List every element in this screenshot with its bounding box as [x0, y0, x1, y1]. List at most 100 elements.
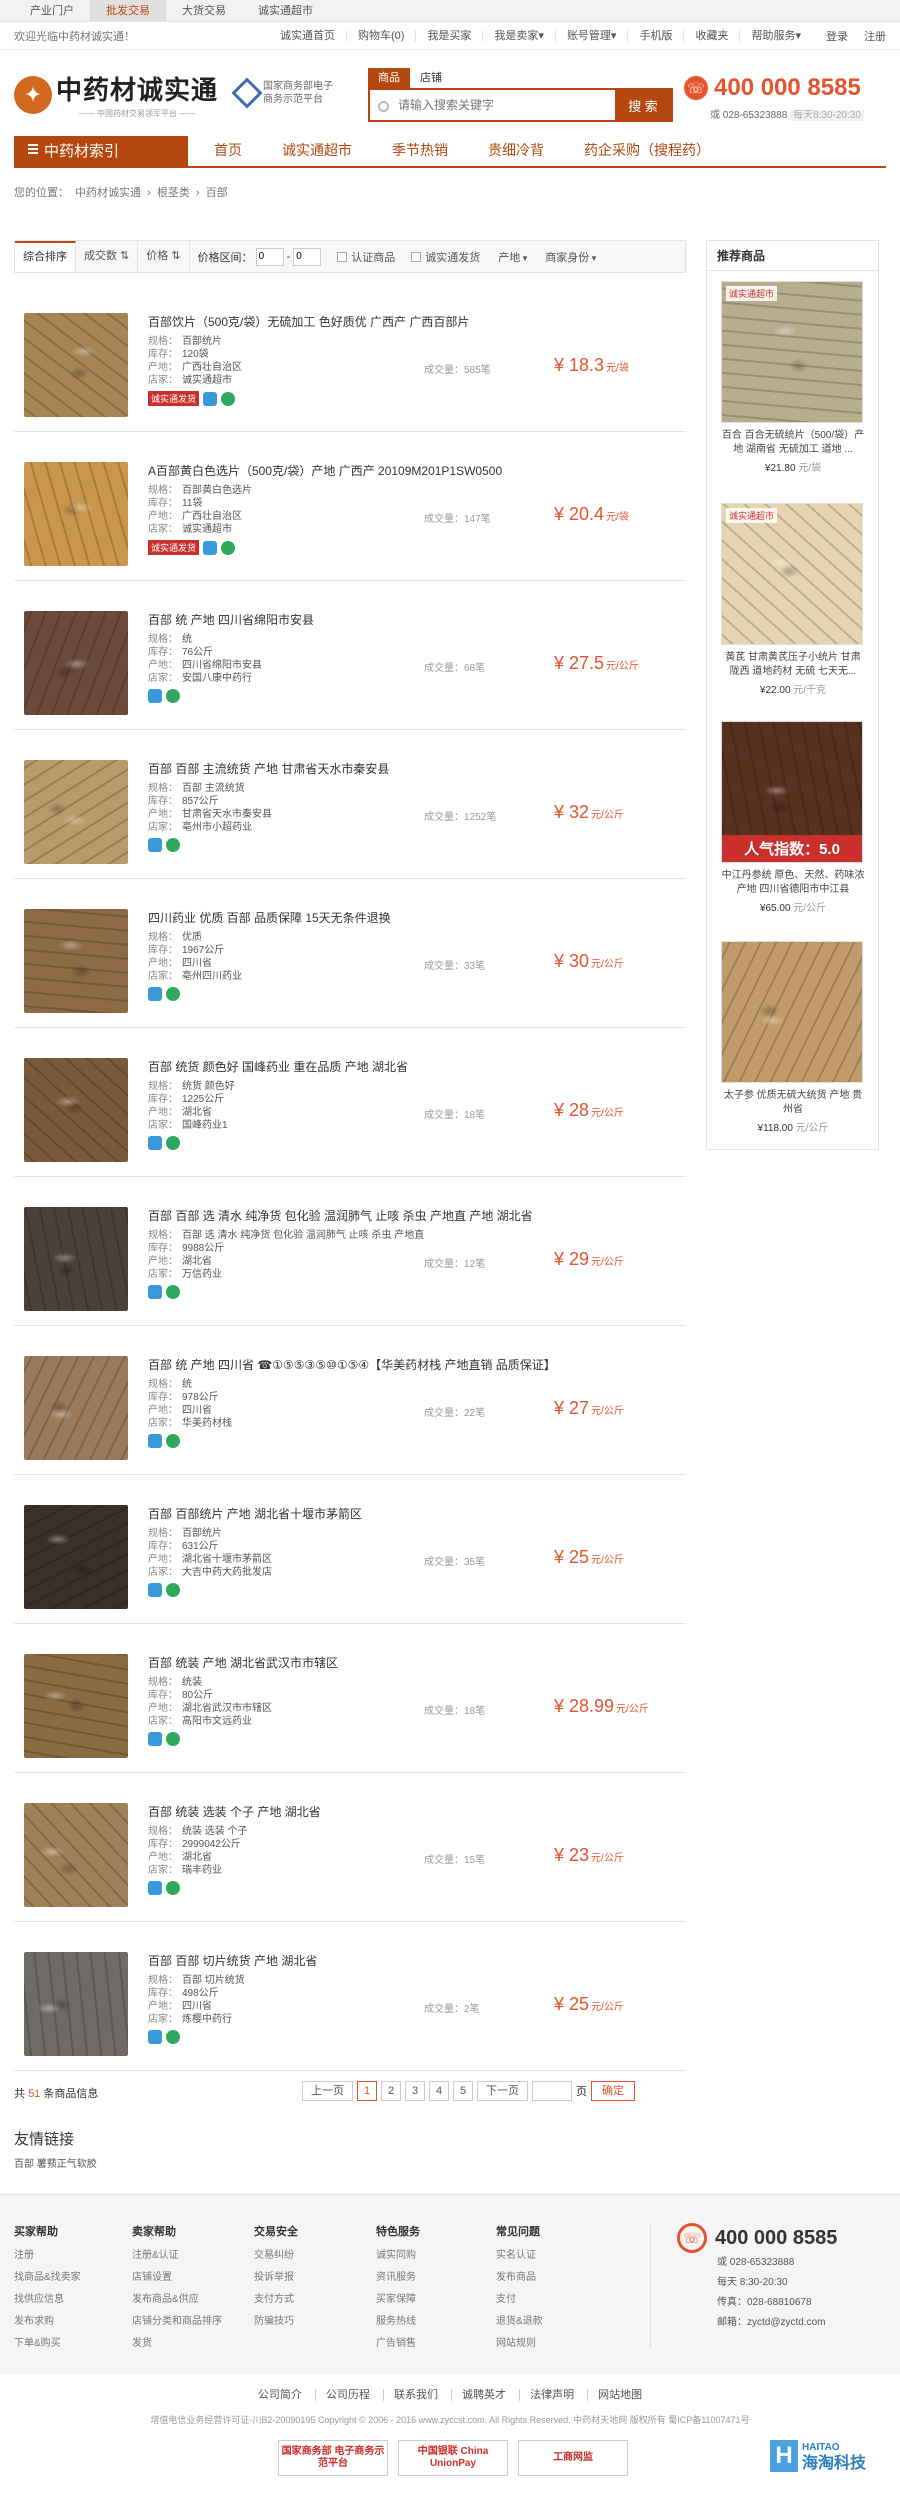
- unionpay-badge[interactable]: 中国银联 China UnionPay: [398, 2440, 508, 2476]
- link-buyer[interactable]: 我是买家: [415, 29, 482, 42]
- footer-link[interactable]: 店铺分类和商品排序: [132, 2311, 242, 2333]
- search-input[interactable]: [370, 90, 615, 120]
- product-image[interactable]: [24, 1952, 128, 2056]
- field-value[interactable]: 高阳市文远药业: [182, 1716, 252, 1727]
- product-image[interactable]: [24, 1207, 128, 1311]
- product-title[interactable]: 四川药业 优质 百部 品质保障 15天无条件退换: [148, 909, 568, 926]
- product-image[interactable]: [24, 1356, 128, 1460]
- product-image[interactable]: [24, 313, 128, 417]
- category-index-button[interactable]: 中药材索引: [14, 136, 188, 168]
- product-image[interactable]: [24, 1654, 128, 1758]
- product-image[interactable]: [24, 760, 128, 864]
- footer-link[interactable]: 找商品&找卖家: [14, 2267, 124, 2289]
- link-help[interactable]: 帮助服务▾: [739, 29, 812, 42]
- nav-enterprise[interactable]: 药企采购（搜程药）: [584, 140, 710, 160]
- price-max-input[interactable]: [293, 247, 322, 266]
- price-min-input[interactable]: [255, 247, 284, 266]
- footer-link[interactable]: 发布商品: [496, 2267, 606, 2289]
- sort-price[interactable]: 价格 ⇅: [138, 241, 190, 272]
- link-account[interactable]: 账号管理▾: [554, 29, 628, 42]
- bottom-link[interactable]: 联系我们: [382, 2389, 448, 2401]
- recommended-item[interactable]: 人气指数：5.0 中江丹参统 原色、天然、药味浓 产地 四川省德阳市中江县 ¥65.…: [721, 721, 865, 914]
- certified-checkbox[interactable]: 认证商品: [337, 249, 395, 265]
- field-value[interactable]: 诚实通超市: [182, 375, 232, 386]
- field-value[interactable]: 亳州市小超药业: [182, 822, 252, 833]
- site-logo[interactable]: ✦ 中药材诚实通 —— 中国药材交易领军平台 ——: [14, 70, 218, 119]
- footer-link[interactable]: 服务热线: [376, 2311, 486, 2333]
- fast-ship-checkbox[interactable]: 诚实通发货: [411, 249, 480, 265]
- recommended-item[interactable]: 诚实通超市 百合 百合无硫统片（500/袋）产地 湖南省 无硫加工 道地 ... ¥…: [721, 281, 865, 474]
- nav-seasonal[interactable]: 季节热销: [392, 140, 448, 160]
- product-title[interactable]: 百部 百部统片 产地 湖北省十堰市茅箭区: [148, 1505, 568, 1522]
- product-image[interactable]: [24, 1505, 128, 1609]
- product-title[interactable]: 百部 统 产地 四川省绵阳市安县: [148, 611, 568, 628]
- product-title[interactable]: 百部 统 产地 四川省 ☎①⑤⑤③⑤⑩①⑤④【华美药材栈 产地直销 品质保证】: [148, 1356, 568, 1373]
- breadcrumb-category[interactable]: 根茎类: [157, 187, 190, 199]
- prev-page-button[interactable]: 上一页: [302, 2081, 353, 2101]
- footer-link[interactable]: 交易纠纷: [254, 2245, 364, 2267]
- nav-home[interactable]: 首页: [214, 140, 242, 160]
- footer-link[interactable]: 网站规则: [496, 2333, 606, 2355]
- product-title[interactable]: A百部黄白色选片（500克/袋）产地 广西产 20109M201P1SW0500: [148, 462, 568, 479]
- search-tab-goods[interactable]: 商品: [368, 68, 410, 88]
- footer-link[interactable]: 资讯服务: [376, 2267, 486, 2289]
- footer-link[interactable]: 下单&购买: [14, 2333, 124, 2355]
- recommended-item[interactable]: 诚实通超市 黄芪 甘肃黄芪压子小统片 甘肃 陇西 道地药材 无硫 七天无... ¥2…: [721, 503, 865, 696]
- goto-page-input[interactable]: [532, 2081, 572, 2101]
- recommended-item[interactable]: 太子参 优质无硫大统货 产地 贵州省 ¥118.00 元/公斤: [721, 941, 865, 1134]
- search-tab-shops[interactable]: 店铺: [410, 68, 452, 88]
- top-tab-portal[interactable]: 产业门户: [14, 0, 90, 21]
- footer-link[interactable]: 买家保障: [376, 2289, 486, 2311]
- origin-dropdown[interactable]: 产地: [498, 249, 527, 265]
- goto-confirm-button[interactable]: 确定: [591, 2081, 635, 2101]
- page-1[interactable]: 1: [357, 2081, 377, 2101]
- footer-link[interactable]: 注册&认证: [132, 2245, 242, 2267]
- link-seller[interactable]: 我是卖家▾: [482, 29, 555, 42]
- sort-volume[interactable]: 成交数 ⇅: [76, 241, 139, 272]
- footer-link[interactable]: 退货&退款: [496, 2311, 606, 2333]
- product-image[interactable]: [24, 462, 128, 566]
- product-title[interactable]: 百部 统装 产地 湖北省武汉市市辖区: [148, 1654, 568, 1671]
- footer-link[interactable]: 店铺设置: [132, 2267, 242, 2289]
- sort-default[interactable]: 综合排序: [15, 241, 76, 272]
- field-value[interactable]: 万信药业: [182, 1269, 222, 1280]
- product-title[interactable]: 百部 百部 切片统货 产地 湖北省: [148, 1952, 568, 1969]
- footer-link[interactable]: 发货: [132, 2333, 242, 2355]
- link-home[interactable]: 诚实通首页: [269, 30, 346, 42]
- bottom-link[interactable]: 公司简介: [248, 2389, 312, 2401]
- recommended-image[interactable]: [721, 941, 863, 1083]
- next-page-button[interactable]: 下一页: [477, 2081, 528, 2101]
- login-link[interactable]: 登录: [826, 28, 848, 44]
- footer-link[interactable]: 实名认证: [496, 2245, 606, 2267]
- search-button[interactable]: 搜 索: [615, 90, 671, 120]
- page-2[interactable]: 2: [381, 2081, 401, 2101]
- footer-link[interactable]: 诚实同购: [376, 2245, 486, 2267]
- breadcrumb-home[interactable]: 中药材诚实通: [75, 187, 141, 199]
- link-favorites[interactable]: 收藏夹: [683, 29, 739, 42]
- bottom-link[interactable]: 诚聘英才: [451, 2389, 517, 2401]
- footer-link[interactable]: 发布商品&供应: [132, 2289, 242, 2311]
- product-title[interactable]: 百部 统货 颜色好 国峰药业 重在品质 产地 湖北省: [148, 1058, 568, 1075]
- field-value[interactable]: 华美药材栈: [182, 1418, 232, 1429]
- footer-link[interactable]: 支付方式: [254, 2289, 364, 2311]
- bottom-link[interactable]: 网站地图: [587, 2389, 653, 2401]
- footer-link[interactable]: 找供应信息: [14, 2289, 124, 2311]
- recommended-image[interactable]: 人气指数：5.0: [721, 721, 863, 863]
- seller-type-dropdown[interactable]: 商家身份: [545, 249, 596, 265]
- top-tab-market[interactable]: 诚实通超市: [242, 0, 329, 21]
- link-mobile[interactable]: 手机版: [627, 29, 683, 42]
- page-3[interactable]: 3: [405, 2081, 425, 2101]
- footer-link[interactable]: 注册: [14, 2245, 124, 2267]
- field-value[interactable]: 诚实通超市: [182, 524, 232, 535]
- product-image[interactable]: [24, 909, 128, 1013]
- nav-precious[interactable]: 贵细冷背: [488, 140, 544, 160]
- product-title[interactable]: 百部 百部 主流统货 产地 甘肃省天水市秦安县: [148, 760, 568, 777]
- footer-link[interactable]: 发布求购: [14, 2311, 124, 2333]
- field-value[interactable]: 亳州四川药业: [182, 971, 242, 982]
- product-title[interactable]: 百部饮片（500克/袋）无硫加工 色好质优 广西产 广西百部片: [148, 313, 568, 330]
- product-image[interactable]: [24, 611, 128, 715]
- field-value[interactable]: 国峰药业1: [182, 1120, 228, 1131]
- bottom-link[interactable]: 法律声明: [519, 2389, 585, 2401]
- page-4[interactable]: 4: [429, 2081, 449, 2101]
- field-value[interactable]: 瑞丰药业: [182, 1865, 222, 1876]
